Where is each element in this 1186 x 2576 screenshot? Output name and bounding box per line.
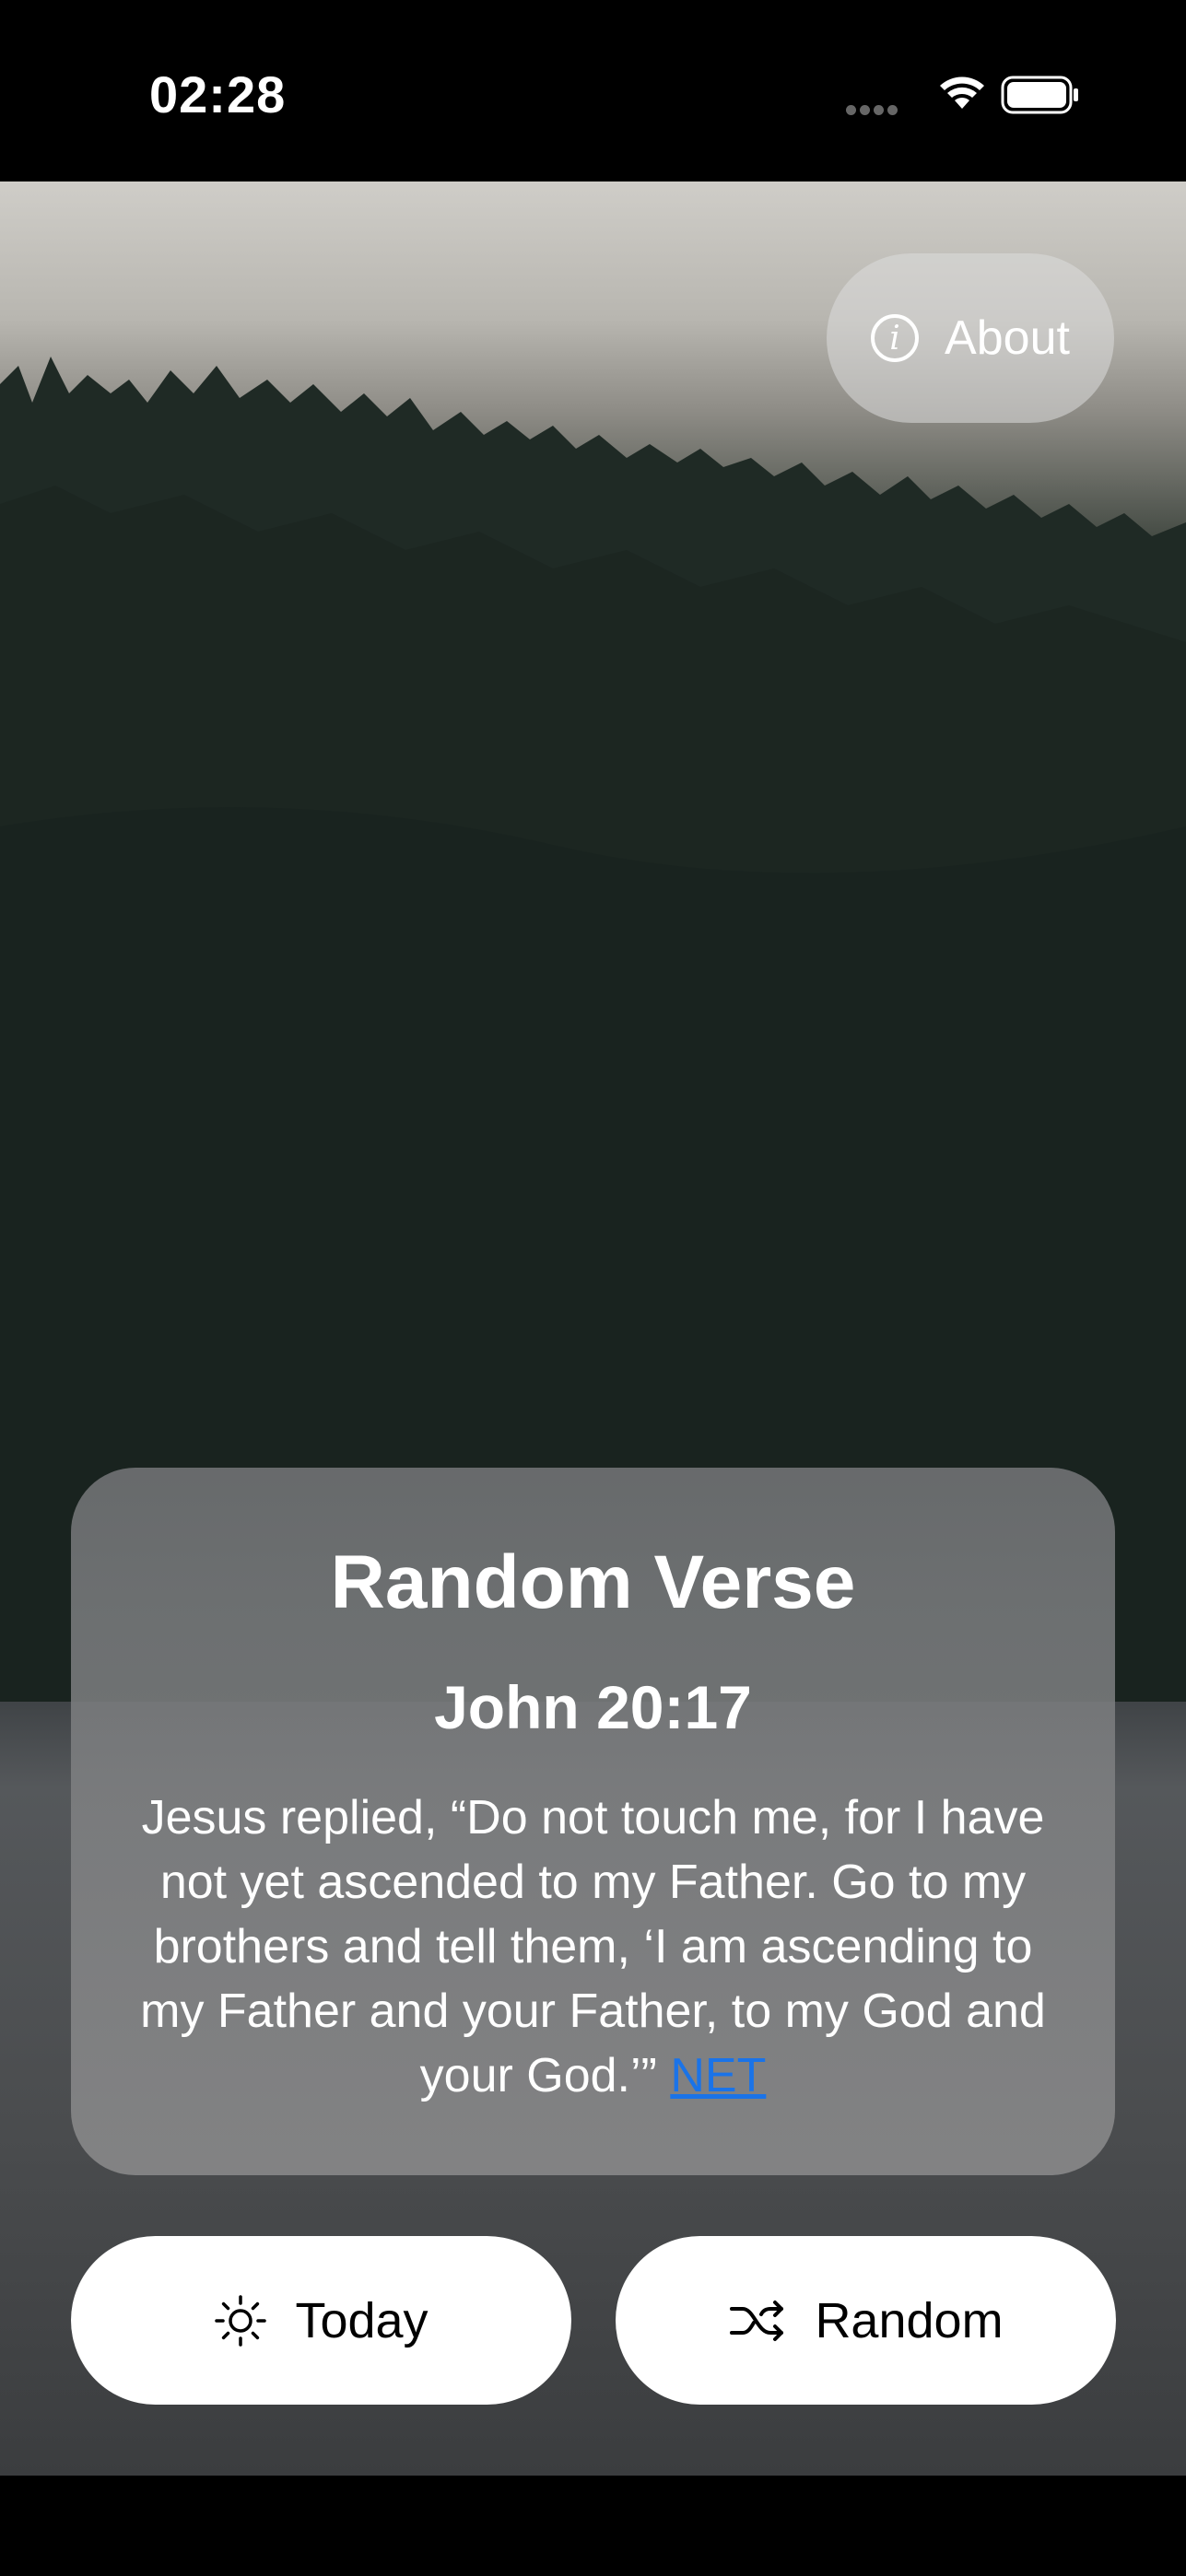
today-button[interactable]: Today bbox=[71, 2236, 571, 2405]
status-bar: 02:28 bbox=[0, 0, 1186, 181]
info-icon: i bbox=[871, 314, 920, 362]
today-label: Today bbox=[295, 2292, 429, 2348]
verse-card: Random Verse John 20:17 Jesus replied, “… bbox=[71, 1468, 1115, 2175]
about-button[interactable]: i About bbox=[827, 253, 1114, 423]
about-label: About bbox=[945, 311, 1070, 365]
card-title: Random Verse bbox=[330, 1540, 856, 1624]
wifi-icon bbox=[940, 76, 984, 109]
shuffle-icon bbox=[730, 2300, 784, 2341]
verse-reference: John 20:17 bbox=[434, 1673, 752, 1741]
verse-text: Jesus replied, “Do not touch me, for I h… bbox=[140, 1791, 1046, 2102]
status-time: 02:28 bbox=[149, 65, 287, 123]
sun-icon bbox=[215, 2294, 267, 2347]
battery-icon bbox=[1001, 76, 1078, 114]
random-button[interactable]: Random bbox=[616, 2236, 1116, 2405]
cellular-signal-icon bbox=[846, 103, 901, 120]
home-indicator-area bbox=[0, 2476, 1186, 2576]
random-label: Random bbox=[815, 2292, 1004, 2348]
translation-link[interactable]: NET bbox=[670, 2049, 766, 2102]
verse-text-block: Jesus replied, “Do not touch me, for I h… bbox=[126, 1786, 1060, 2108]
